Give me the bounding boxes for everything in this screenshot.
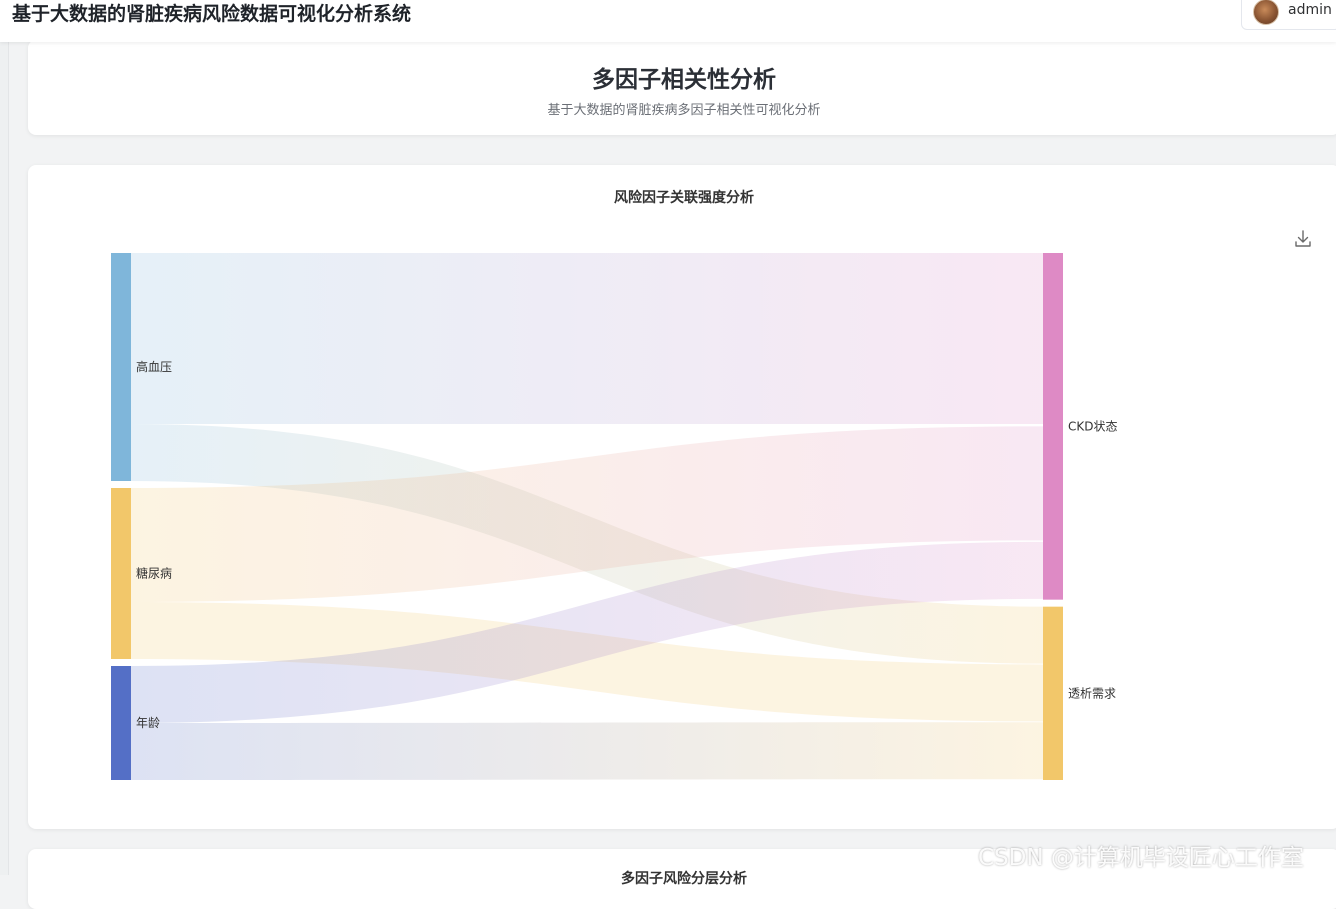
user-menu[interactable]: admin (1241, 0, 1336, 30)
sankey-node-label: 糖尿病 (136, 566, 172, 581)
sankey-node-透析需求[interactable] (1043, 606, 1063, 780)
avatar[interactable] (1253, 0, 1279, 25)
sankey-link-年龄-透析需求[interactable] (131, 722, 1043, 780)
sankey-node-label: 年龄 (136, 716, 160, 730)
sankey-node-CKD状态[interactable] (1043, 253, 1063, 600)
sankey-node-label: 高血压 (136, 359, 172, 374)
page-subtitle: 基于大数据的肾脏疾病多因子相关性可视化分析 (547, 103, 821, 118)
sankey-chart: 高血压糖尿病年龄 CKD状态透析需求 (111, 253, 1118, 780)
sankey-node-label: CKD状态 (1068, 419, 1118, 433)
sankey-node-label: 透析需求 (1068, 686, 1116, 700)
username: admin (1288, 2, 1332, 18)
sankey-chart-card: 风险因子关联强度分析 高血压 糖尿病 年龄 CKD状态 透析需求 (28, 165, 1336, 829)
sidebar-edge (0, 42, 9, 875)
sankey-node-年龄[interactable] (111, 666, 131, 780)
top-bar: 基于大数据的肾脏疾病风险数据可视化分析系统 admin (0, 0, 1336, 42)
sankey-node-糖尿病[interactable] (111, 488, 131, 659)
sankey-link-高血压-CKD状态[interactable] (131, 253, 1043, 424)
app-title: 基于大数据的肾脏疾病风险数据可视化分析系统 (12, 3, 412, 25)
page-title: 多因子相关性分析 (592, 67, 776, 93)
page-header-card: 多因子相关性分析 基于大数据的肾脏疾病多因子相关性可视化分析 (28, 40, 1336, 135)
watermark: CSDN @计算机毕设匠心工作室 (978, 845, 1304, 871)
sankey-node-高血压[interactable] (111, 253, 131, 481)
